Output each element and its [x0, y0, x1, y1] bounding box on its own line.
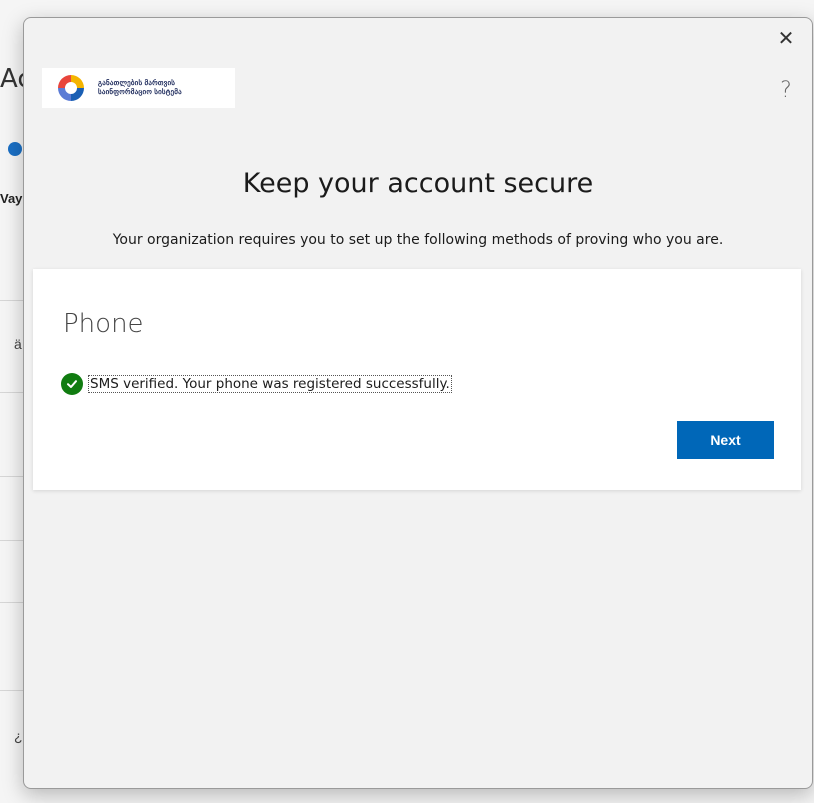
- check-circle-icon: [61, 373, 83, 395]
- method-card: Phone SMS verified. Your phone was regis…: [33, 269, 801, 490]
- verification-status-text: SMS verified. Your phone was registered …: [88, 375, 452, 393]
- background-glyph: ¿: [14, 728, 23, 744]
- page-subtitle: Your organization requires you to set up…: [112, 232, 724, 248]
- background-side-label: Vay: [0, 191, 23, 206]
- organization-name-line1: განათლების მართვის: [98, 80, 176, 87]
- next-button[interactable]: Next: [677, 421, 774, 459]
- verification-status: SMS verified. Your phone was registered …: [61, 373, 452, 395]
- help-button[interactable]: ?: [774, 76, 798, 104]
- organization-name-line2: საინფორმაციო სისტემა: [98, 89, 182, 96]
- background-glyph: ä: [14, 336, 22, 352]
- mfa-setup-dialog: ✕ განათლების მართვის საინფორმაციო სისტემ…: [23, 17, 813, 789]
- close-button[interactable]: ✕: [774, 26, 798, 50]
- page-title: Keep your account secure: [242, 168, 594, 199]
- organization-logo-icon: [58, 75, 84, 101]
- organization-logo: განათლების მართვის საინფორმაციო სისტემა: [42, 68, 235, 108]
- background-radio-dot: [8, 142, 22, 156]
- organization-name: განათლების მართვის საინფორმაციო სისტემა: [98, 79, 182, 97]
- method-heading: Phone: [63, 309, 144, 339]
